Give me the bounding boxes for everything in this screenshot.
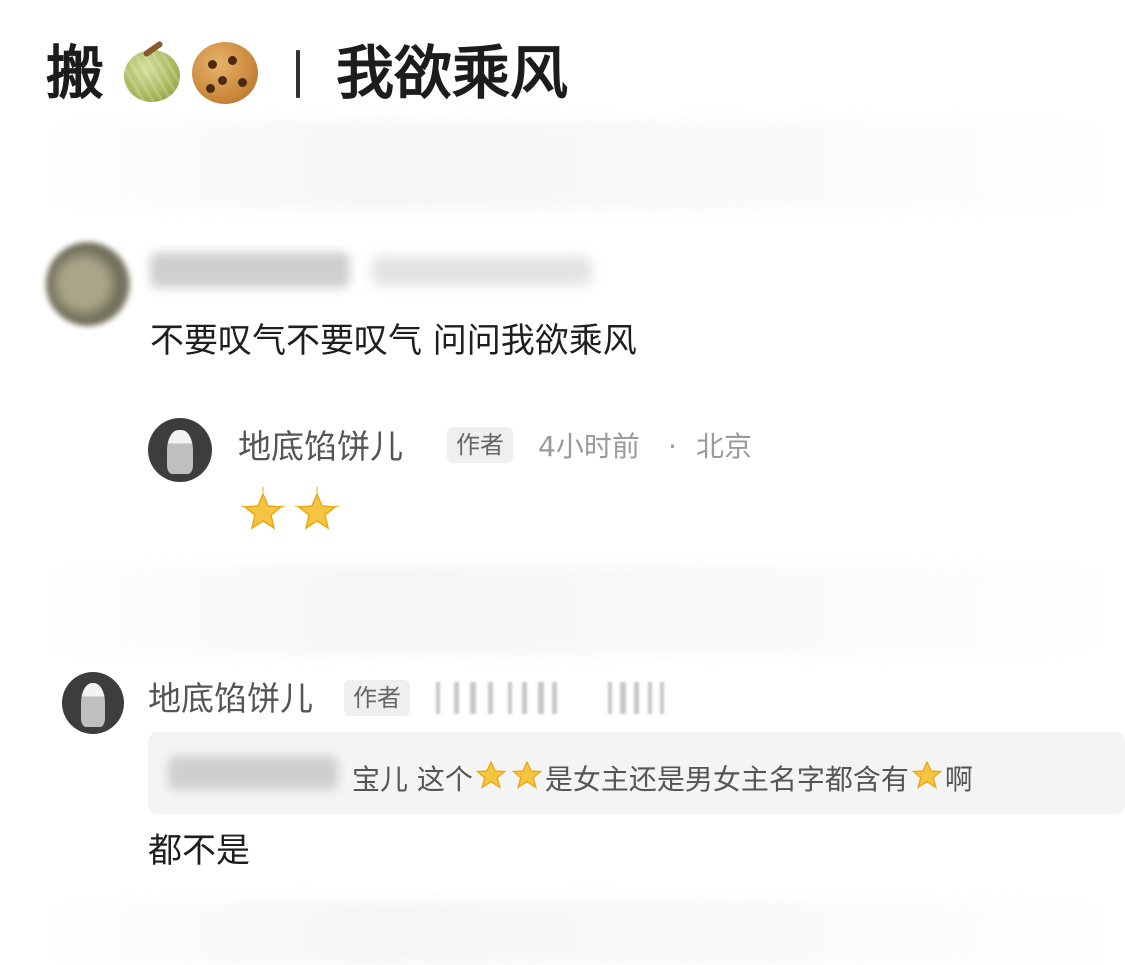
title-separator [296, 50, 300, 98]
author-badge: 作者 [344, 680, 410, 716]
blurred-background-band [40, 120, 1120, 210]
avatar-blurred[interactable] [46, 242, 130, 326]
title-prefix: 搬 [46, 39, 105, 107]
reply-time: 4小时前 [538, 430, 640, 463]
quoted-text-part-2: 是女主还是男女主名字都含有 [544, 763, 909, 796]
quoted-text-part-1: 宝儿 这个 [352, 763, 473, 796]
blurred-meta [436, 682, 666, 714]
meta-dot: · [668, 430, 677, 463]
reply-content [238, 486, 348, 538]
blurred-background-band [40, 565, 1120, 655]
melon-icon [122, 40, 182, 102]
comment-username[interactable]: 地底馅饼儿 [148, 682, 313, 715]
reply-username[interactable]: 地底馅饼儿 [238, 430, 403, 463]
comment-text: 都不是 [148, 831, 250, 871]
avatar[interactable] [148, 418, 212, 482]
star-icon [294, 487, 340, 530]
star-icon [240, 487, 286, 530]
page-title: 我欲乘风 [336, 39, 569, 107]
star-icon [511, 760, 543, 789]
comment-text: 不要叹气不要叹气 问问我欲乘风 [150, 321, 637, 361]
quoted-text: 宝儿 这个 是女主还是男女主名字都含有 啊 [352, 758, 973, 794]
blurred-quoted-username [168, 756, 338, 790]
star-icon [911, 760, 943, 789]
author-badge: 作者 [447, 427, 513, 463]
reply-location: 北京 [696, 430, 753, 463]
blurred-background-band [40, 900, 1120, 965]
quoted-comment[interactable]: 宝儿 这个 是女主还是男女主名字都含有 啊 [148, 732, 1125, 814]
cookie-icon [192, 42, 258, 104]
quoted-text-part-3: 啊 [944, 763, 973, 796]
blurred-username [150, 252, 350, 288]
star-icon [475, 760, 507, 789]
blurred-meta [372, 256, 592, 286]
avatar[interactable] [62, 672, 124, 734]
